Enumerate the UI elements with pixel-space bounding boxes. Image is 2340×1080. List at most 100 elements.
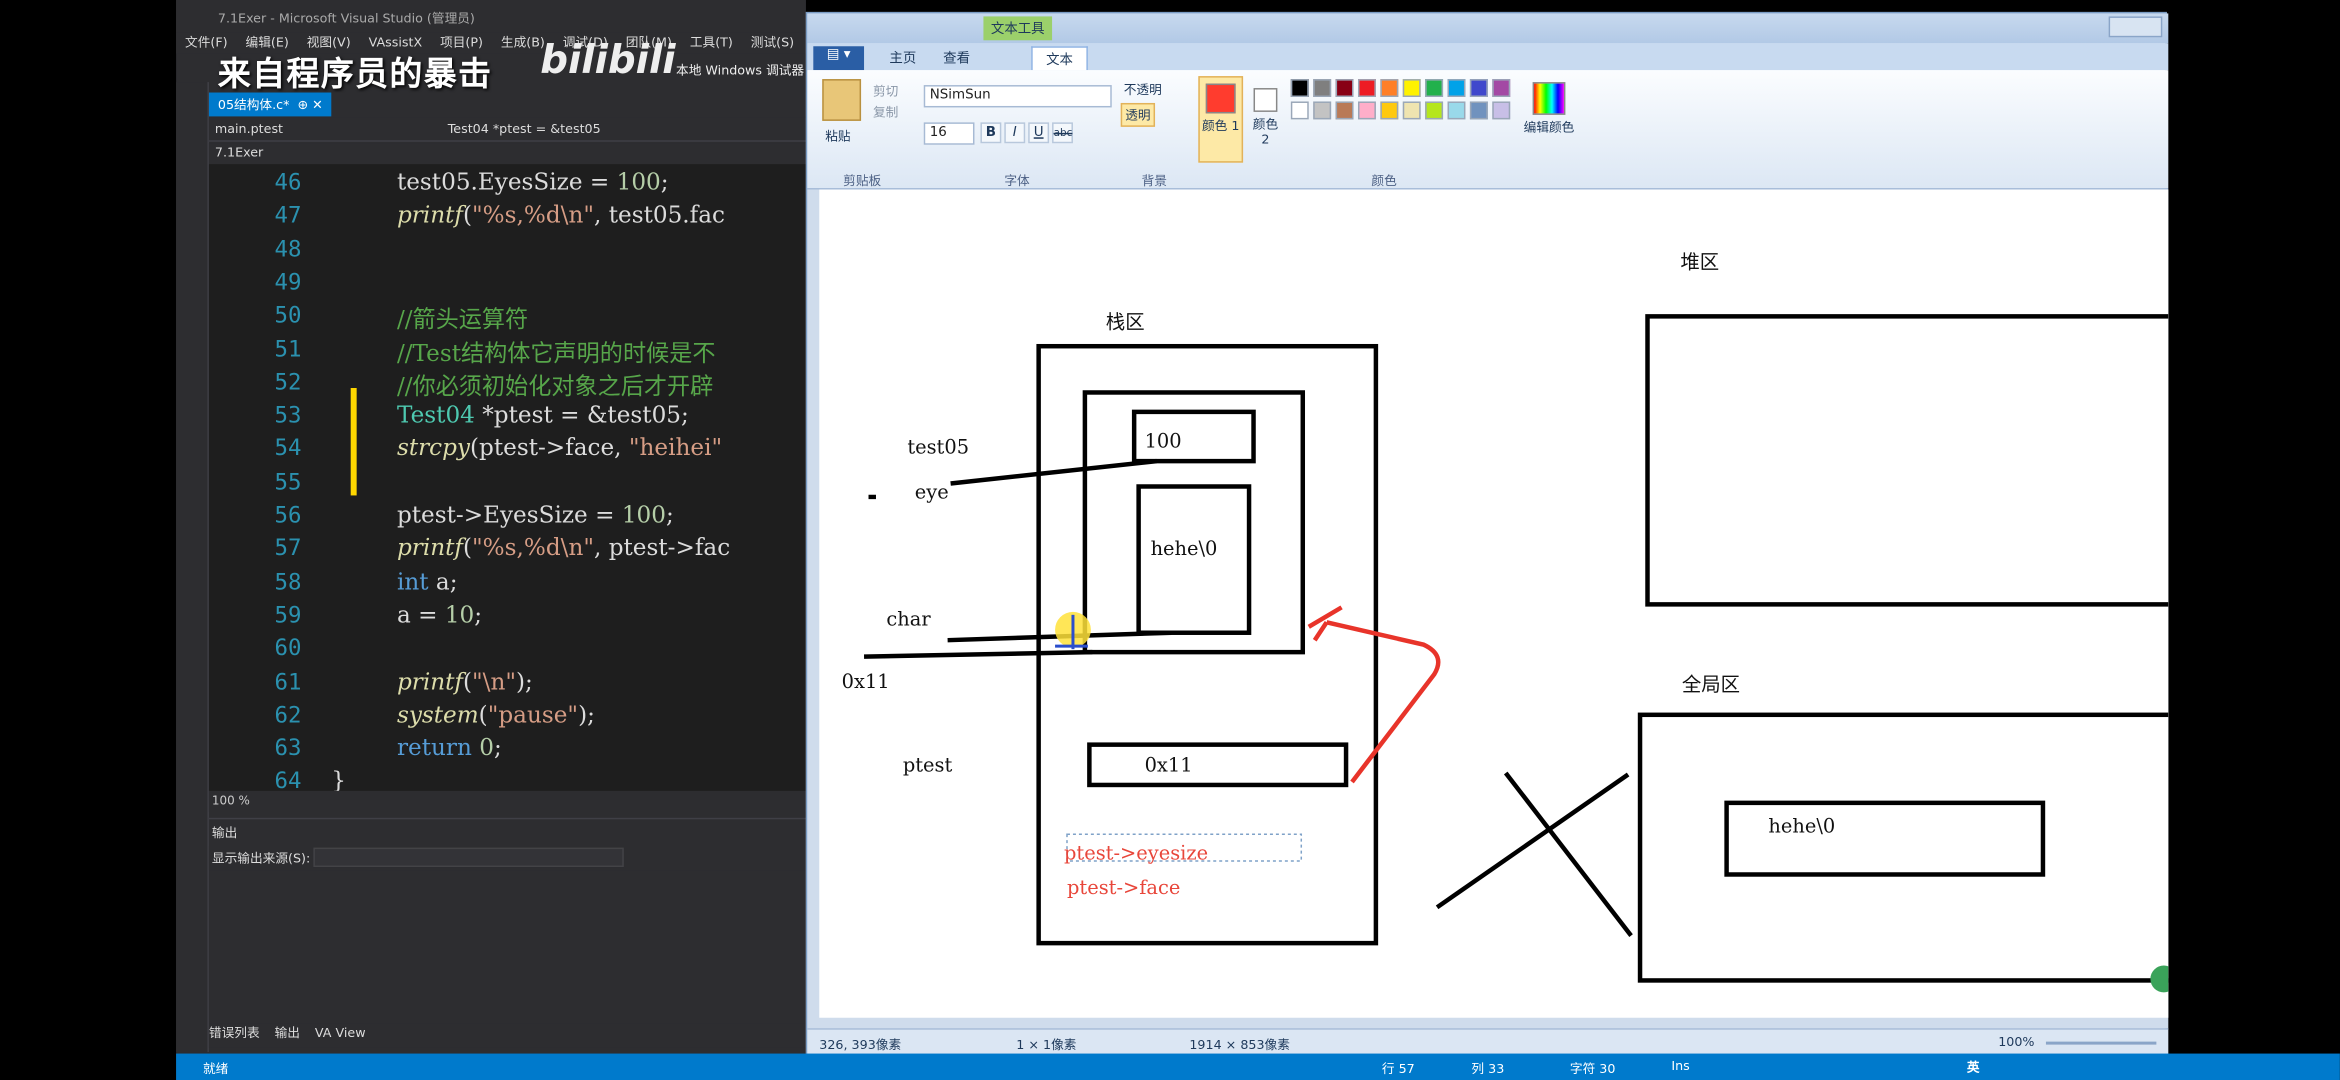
window-controls[interactable] xyxy=(2108,16,2163,38)
code-line[interactable]: return 0; xyxy=(397,734,502,761)
code-editor[interactable]: 46 test05.EyesSize = 100; 47 printf("%s,%d\… xyxy=(208,164,806,791)
code-token: "heihei" xyxy=(628,434,723,462)
code-line[interactable]: a = 10; xyxy=(397,601,482,628)
palette-swatch[interactable] xyxy=(1469,79,1488,97)
color1-button[interactable]: 颜色 1 xyxy=(1198,76,1244,163)
palette-swatch[interactable] xyxy=(1402,101,1421,120)
tab-05struct[interactable]: 05结构体.c* ⊕ ✕ xyxy=(208,92,332,117)
stack-title: 栈区 xyxy=(1105,311,1145,335)
code-line[interactable]: //你必须初始化对象之后才开辟 xyxy=(397,368,713,401)
palette-swatch[interactable] xyxy=(1335,101,1354,120)
font-size-select[interactable]: 16 xyxy=(923,122,975,145)
palette-swatch[interactable] xyxy=(1402,79,1421,97)
palette-swatch[interactable] xyxy=(1492,101,1511,120)
code-token: printf xyxy=(396,201,463,229)
zoom-level[interactable]: 100 % xyxy=(212,794,250,807)
vs-menu-item[interactable]: 工具(T) xyxy=(690,33,733,51)
line-number: 58 xyxy=(274,567,302,595)
code-line[interactable]: int a; xyxy=(397,568,458,595)
opaque-option[interactable]: 不透明 xyxy=(1121,79,1165,100)
palette-swatch[interactable] xyxy=(1425,101,1444,120)
test05-box xyxy=(1082,390,1306,655)
code-line[interactable]: //Test结构体它声明的时候是不 xyxy=(397,335,716,368)
underline-button[interactable]: U xyxy=(1028,122,1050,144)
change-marker xyxy=(350,387,357,496)
vs-bottom-tab[interactable]: 错误列表 xyxy=(209,1024,260,1042)
project-dropdown[interactable]: 7.1Exer xyxy=(215,146,263,161)
cut-button[interactable]: 剪切 xyxy=(873,82,898,100)
test05-label: test05 xyxy=(907,437,970,460)
palette-swatch[interactable] xyxy=(1290,79,1309,97)
code-line[interactable]: //箭头运算符 xyxy=(397,302,528,335)
heap-title: 堆区 xyxy=(1680,252,1720,275)
code-token: int xyxy=(396,567,429,595)
bold-button[interactable]: B xyxy=(980,122,1002,144)
code-line[interactable]: printf("%s,%d\n", ptest->fac xyxy=(397,535,730,562)
drawing-shapes xyxy=(863,314,2169,983)
palette-swatch[interactable] xyxy=(1380,79,1399,97)
line-number: 59 xyxy=(274,601,302,629)
palette-swatch[interactable] xyxy=(1447,101,1466,120)
tab-home[interactable]: 主页 xyxy=(876,46,930,70)
code-line[interactable]: system("pause"); xyxy=(397,701,595,728)
edit-colors-button[interactable]: 编辑颜色 xyxy=(1521,82,1578,136)
line-number: 61 xyxy=(274,667,302,695)
palette-swatch[interactable] xyxy=(1357,101,1376,120)
color1-swatch xyxy=(1205,83,1236,114)
code-token: //你必须初始化对象之后才开辟 xyxy=(396,372,714,400)
ime-indicator[interactable]: 英 xyxy=(1967,1058,1980,1076)
code-line[interactable]: Test04 *ptest = &test05; xyxy=(397,402,689,429)
font-family-select[interactable]: NSimSun xyxy=(923,85,1112,108)
strikethrough-button[interactable]: abc xyxy=(1052,122,1073,144)
palette-swatch[interactable] xyxy=(1290,101,1309,120)
code-line[interactable]: strcpy(ptest->face, "heihei" xyxy=(397,435,722,462)
code-line[interactable]: } xyxy=(331,768,346,791)
code-token: //箭头运算符 xyxy=(396,306,529,334)
tab-label: 05结构体.c* xyxy=(217,98,290,114)
palette-swatch[interactable] xyxy=(1492,79,1511,97)
member-dropdown[interactable]: Test04 *ptest = &test05 xyxy=(448,122,601,137)
zoom-slider[interactable] xyxy=(2045,1041,2157,1045)
code-line[interactable]: printf("\n"); xyxy=(397,668,533,695)
image-size: 1914 × 853像素 xyxy=(1189,1038,1290,1054)
vs-bottom-tab[interactable]: VA View xyxy=(315,1027,366,1042)
line-number: 52 xyxy=(274,368,302,396)
screenshot-stage: 7.1Exer - Microsoft Visual Studio (管理员) … xyxy=(0,0,2340,1080)
file-menu-button[interactable]: ▤ ▾ xyxy=(813,46,865,71)
paint-titlebar: 文本工具 xyxy=(807,13,2169,44)
vs-menu-item[interactable]: 生成(B) xyxy=(501,33,545,51)
copy-button[interactable]: 复制 xyxy=(873,103,898,121)
debug-target[interactable]: 本地 Windows 调试器 xyxy=(676,61,804,79)
palette-swatch[interactable] xyxy=(1357,79,1376,97)
paste-label[interactable]: 粘贴 xyxy=(825,127,850,145)
code-token: ; xyxy=(660,168,669,196)
code-token: ; xyxy=(474,601,483,629)
italic-button[interactable]: I xyxy=(1004,122,1026,144)
palette-swatch[interactable] xyxy=(1380,101,1399,120)
palette-swatch[interactable] xyxy=(1335,79,1354,97)
tab-text[interactable]: 文本 xyxy=(1031,46,1088,71)
palette-swatch[interactable] xyxy=(1313,79,1332,97)
palette-swatch[interactable] xyxy=(1313,101,1332,120)
code-line[interactable]: ptest->EyesSize = 100; xyxy=(397,501,674,528)
tab-view[interactable]: 查看 xyxy=(930,46,984,70)
val100-label: 100 xyxy=(1144,431,1182,454)
transparent-option[interactable]: 透明 xyxy=(1120,102,1156,127)
drawing-canvas[interactable]: 堆区 栈区 全局区 test05 eye 100 hehe\0 char 0x1… xyxy=(819,189,2169,1018)
face-text: ptest->face xyxy=(1066,877,1181,900)
pin-icon[interactable]: ⊕ ✕ xyxy=(293,98,322,113)
scope-dropdown[interactable]: main.ptest xyxy=(215,122,283,137)
palette-swatch[interactable] xyxy=(1447,79,1466,97)
vs-menu-item[interactable]: 测试(S) xyxy=(751,33,794,51)
vs-bottom-tab[interactable]: 输出 xyxy=(275,1024,300,1042)
color2-button[interactable]: 颜色 2 xyxy=(1249,76,1282,163)
palette-swatch[interactable] xyxy=(1425,79,1444,97)
output-source-select[interactable] xyxy=(313,847,624,868)
rainbow-icon xyxy=(1532,82,1566,115)
paste-icon[interactable] xyxy=(822,79,862,121)
code-line[interactable]: test05.EyesSize = 100; xyxy=(397,169,669,196)
line-number: 51 xyxy=(274,335,302,362)
palette-swatch[interactable] xyxy=(1469,101,1488,120)
paint-statusbar: 326, 393像素 1 × 1像素 1914 × 853像素 100% xyxy=(807,1028,2169,1057)
code-line[interactable]: printf("%s,%d\n", test05.fac xyxy=(397,202,725,229)
